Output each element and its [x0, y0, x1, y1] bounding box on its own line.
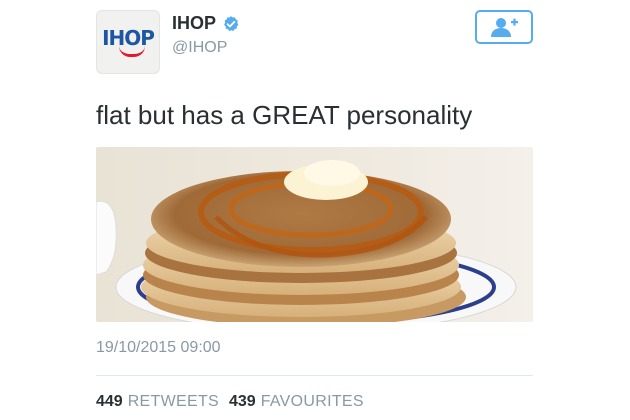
ihop-logo-smile [119, 46, 145, 57]
follow-button[interactable] [475, 10, 533, 44]
tweet-timestamp[interactable]: 19/10/2015 09:00 [96, 339, 221, 357]
account-name-row: IHOP [172, 13, 240, 34]
pancake-stack-image [96, 147, 533, 322]
tweet-text: flat but has a GREAT personality [96, 100, 473, 130]
ihop-logo: IHOP [102, 25, 155, 50]
tweet-photo[interactable] [96, 147, 533, 322]
retweets-count[interactable]: 449 [96, 393, 123, 411]
verified-badge-icon [224, 15, 239, 31]
tweet-stats: 449 RETWEETS 439 FAVOURITES [96, 393, 374, 411]
add-user-icon [491, 18, 518, 37]
favourites-count[interactable]: 439 [229, 393, 256, 411]
retweets-label[interactable]: RETWEETS [128, 393, 219, 411]
user-handle[interactable]: @IHOP [172, 39, 227, 57]
display-name[interactable]: IHOP [172, 13, 216, 34]
divider [96, 375, 533, 376]
avatar[interactable]: IHOP [96, 10, 160, 74]
favourites-label[interactable]: FAVOURITES [261, 393, 364, 411]
